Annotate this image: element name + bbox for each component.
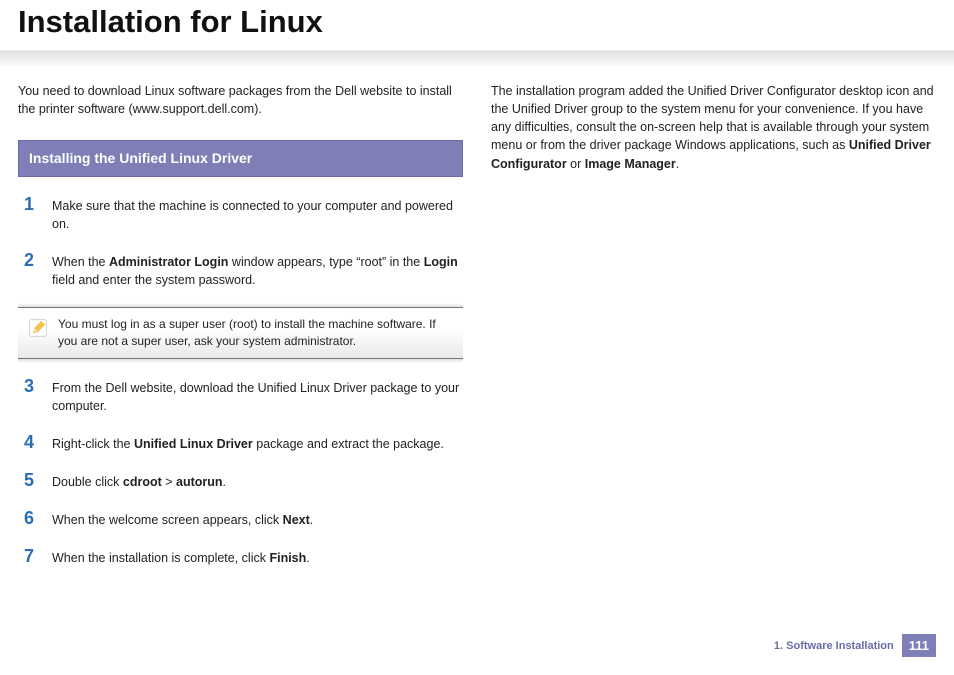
step-text: When the Administrator Login window appe…	[52, 251, 463, 289]
footer-chapter: 1. Software Installation	[774, 640, 894, 652]
step-2: 2 When the Administrator Login window ap…	[18, 251, 463, 289]
step-5: 5 Double click cdroot > autorun.	[18, 471, 463, 491]
step-text: When the welcome screen appears, click N…	[52, 509, 463, 529]
step-6: 6 When the welcome screen appears, click…	[18, 509, 463, 529]
title-divider	[0, 50, 954, 68]
page-title: Installation for Linux	[18, 4, 936, 40]
step-number: 5	[24, 471, 52, 491]
step-3: 3 From the Dell website, download the Un…	[18, 377, 463, 415]
right-paragraph: The installation program added the Unifi…	[491, 82, 936, 173]
note-pencil-icon	[28, 318, 48, 338]
left-column: You need to download Linux software pack…	[18, 82, 463, 585]
step-number: 4	[24, 433, 52, 453]
step-text: Right-click the Unified Linux Driver pac…	[52, 433, 463, 453]
step-text: Make sure that the machine is connected …	[52, 195, 463, 233]
step-text: From the Dell website, download the Unif…	[52, 377, 463, 415]
step-4: 4 Right-click the Unified Linux Driver p…	[18, 433, 463, 453]
section-heading: Installing the Unified Linux Driver	[18, 140, 463, 176]
step-1: 1 Make sure that the machine is connecte…	[18, 195, 463, 233]
intro-text: You need to download Linux software pack…	[18, 82, 463, 118]
step-7: 7 When the installation is complete, cli…	[18, 547, 463, 567]
step-text: When the installation is complete, click…	[52, 547, 463, 567]
steps-list-continued: 3 From the Dell website, download the Un…	[18, 377, 463, 568]
right-column: The installation program added the Unifi…	[491, 82, 936, 585]
step-number: 7	[24, 547, 52, 567]
step-number: 3	[24, 377, 52, 397]
step-text: Double click cdroot > autorun.	[52, 471, 463, 491]
note-text: You must log in as a super user (root) t…	[58, 316, 453, 350]
footer-page-number: 111	[902, 634, 936, 657]
note-box: You must log in as a super user (root) t…	[18, 307, 463, 359]
step-number: 2	[24, 251, 52, 271]
step-number: 6	[24, 509, 52, 529]
step-number: 1	[24, 195, 52, 215]
steps-list: 1 Make sure that the machine is connecte…	[18, 195, 463, 290]
page-footer: 1. Software Installation 111	[774, 634, 936, 657]
